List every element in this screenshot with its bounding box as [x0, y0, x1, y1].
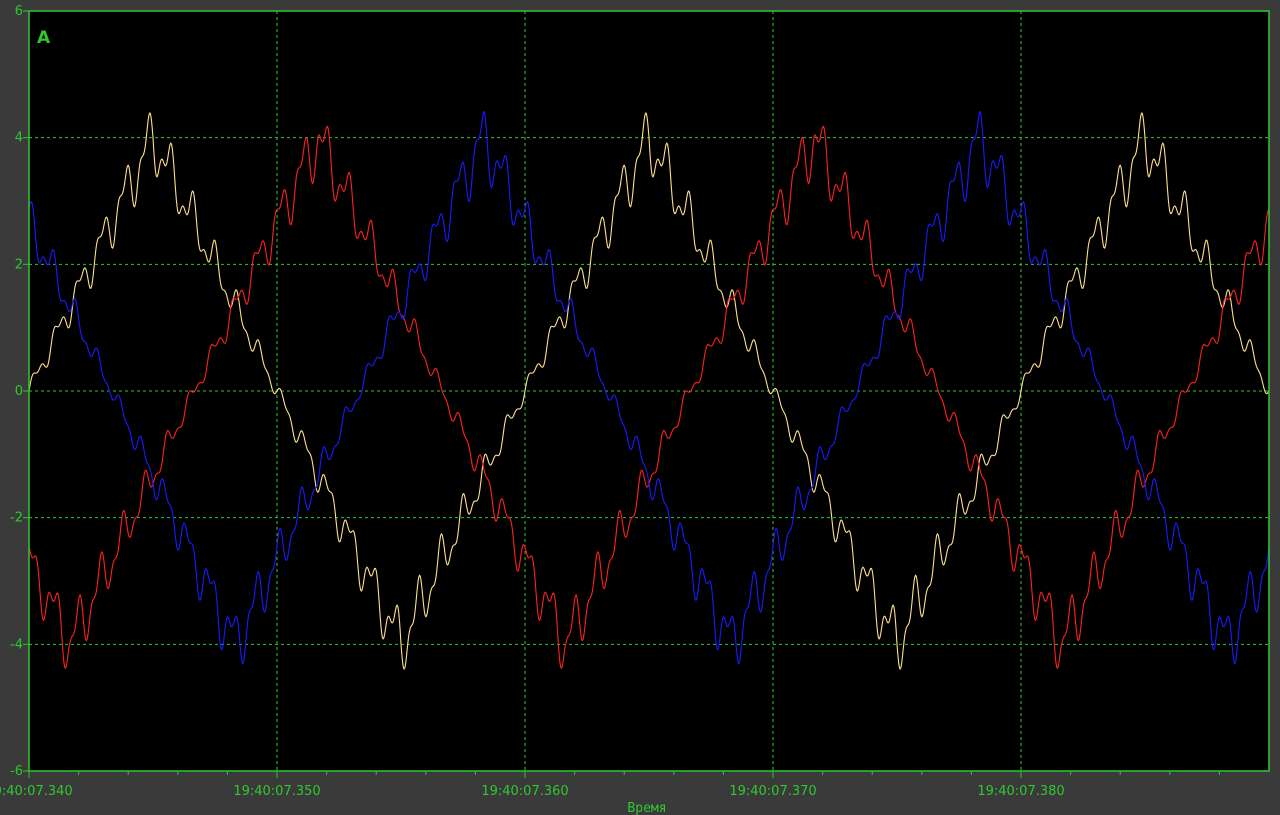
x-axis-title: Время	[627, 801, 666, 815]
y-tick-label: -2	[10, 511, 23, 526]
x-tick-label: 19:40:07.370	[729, 784, 816, 799]
y-tick-label: 4	[15, 131, 23, 146]
y-tick-label: 0	[15, 384, 23, 399]
x-tick-label: 19:40:07.350	[233, 784, 320, 799]
y-tick-label: 6	[15, 4, 23, 19]
y-tick-label: -6	[10, 764, 23, 779]
unit-label: A	[37, 28, 51, 48]
x-tick-label: 19:40:07.380	[977, 784, 1064, 799]
y-tick-label: 2	[15, 257, 23, 272]
x-tick-label: 19:40:07.360	[481, 784, 568, 799]
y-tick-label: -4	[10, 637, 23, 652]
x-tick-label: 19:40:07.340	[0, 784, 73, 799]
oscilloscope-chart: 6 4 2 0 -2 -4 -6 19:40:07.340 19:40:07.350 19:40…	[0, 0, 1280, 815]
